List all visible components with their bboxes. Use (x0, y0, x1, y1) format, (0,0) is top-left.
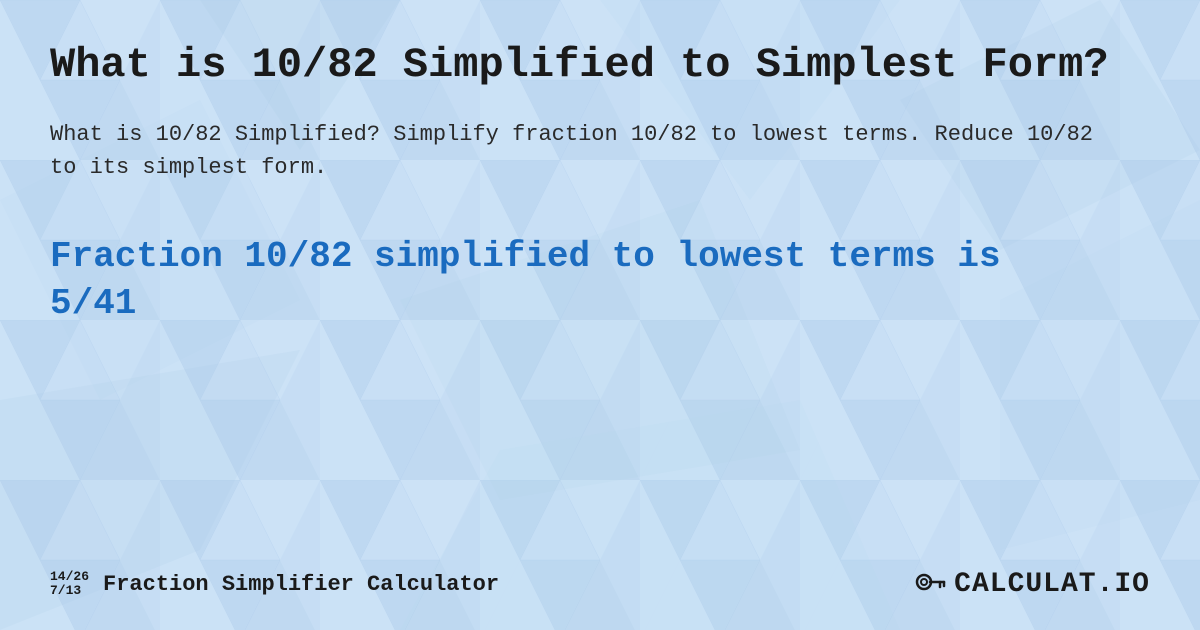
key-icon (914, 568, 946, 600)
logo-text: CALCULAT.IO (954, 569, 1150, 600)
page-description: What is 10/82 Simplified? Simplify fract… (50, 118, 1100, 184)
logo-area: CALCULAT.IO (914, 568, 1150, 600)
footer: 14/26 7/13 Fraction Simplifier Calculato… (50, 568, 1150, 600)
page-content: What is 10/82 Simplified to Simplest For… (0, 0, 1200, 630)
page-title: What is 10/82 Simplified to Simplest For… (50, 40, 1150, 90)
footer-site-title: Fraction Simplifier Calculator (103, 572, 499, 597)
footer-fractions: 14/26 7/13 (50, 570, 89, 599)
footer-fraction-1: 14/26 (50, 570, 89, 584)
result-heading: Fraction 10/82 simplified to lowest term… (50, 234, 1100, 328)
result-section: Fraction 10/82 simplified to lowest term… (50, 234, 1150, 568)
footer-fraction-2: 7/13 (50, 584, 89, 598)
